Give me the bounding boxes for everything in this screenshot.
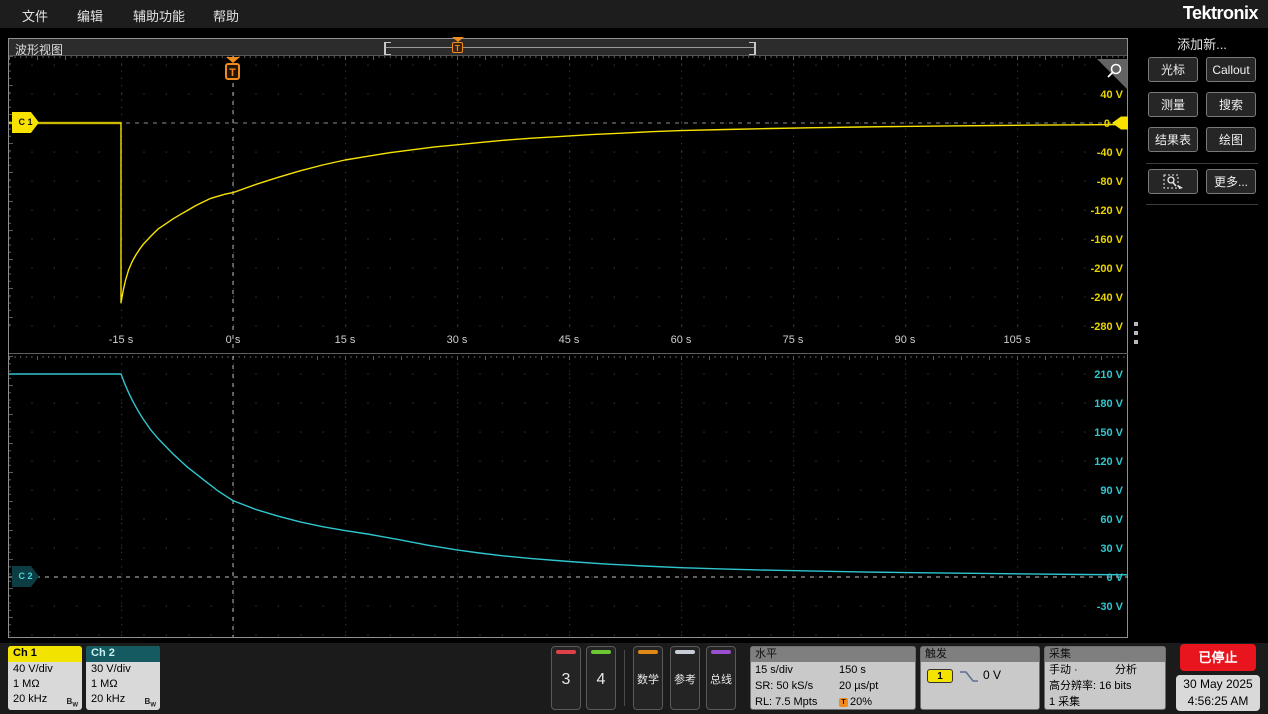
svg-text:-240 V: -240 V: [1091, 292, 1124, 304]
waveform-panel-ch2[interactable]: 210 V 180 V 150 V 120 V 90 V 60 V 30 V 0 V -30 V: [9, 356, 1128, 637]
horizontal-overview-minimap[interactable]: T: [384, 42, 756, 54]
ch1-badge-header: Ch 1: [8, 646, 82, 662]
ch1-bw-limit-icon: BW: [67, 694, 78, 710]
ch1-bandwidth: 20 kHz BW: [8, 692, 82, 707]
svg-text:-120 V: -120 V: [1091, 205, 1124, 217]
more-button[interactable]: 更多...: [1206, 169, 1256, 194]
button-divider: [624, 650, 625, 706]
svg-text:0 V: 0 V: [1106, 572, 1123, 584]
sidebar-divider: [1146, 163, 1258, 164]
svg-text:210 V: 210 V: [1094, 369, 1123, 381]
minimap-right-bracket[interactable]: [749, 42, 756, 55]
ch4-button[interactable]: 4: [586, 646, 616, 710]
ch2-badge[interactable]: Ch 2 30 V/div 1 MΩ 20 kHz BW: [86, 646, 160, 710]
datetime-display: 30 May 2025 4:56:25 AM: [1176, 675, 1260, 711]
svg-text:-30 V: -30 V: [1097, 601, 1124, 613]
svg-text:45 s: 45 s: [559, 334, 580, 346]
callout-button[interactable]: Callout: [1206, 57, 1256, 82]
svg-text:75 s: 75 s: [783, 334, 804, 346]
zoom-select-icon: [1163, 174, 1183, 190]
ch2-badge-header: Ch 2: [86, 646, 160, 662]
ch1-badge[interactable]: Ch 1 40 V/div 1 MΩ 20 kHz BW: [8, 646, 82, 710]
panel-separator[interactable]: [9, 353, 1128, 354]
splitter-drag-handle[interactable]: [1133, 322, 1139, 352]
trigger-position-icon: T: [839, 698, 848, 707]
menu-edit[interactable]: 编辑: [77, 6, 103, 25]
results-table-button[interactable]: 结果表: [1148, 127, 1198, 152]
svg-text:30 s: 30 s: [447, 334, 468, 346]
svg-text:30 V: 30 V: [1100, 543, 1123, 555]
menu-utility[interactable]: 辅助功能: [133, 6, 185, 25]
trigger-position-marker[interactable]: T: [225, 63, 240, 80]
search-button[interactable]: 搜索: [1206, 92, 1256, 117]
minimap-trigger-marker[interactable]: T: [452, 42, 463, 53]
menu-bar: 文件 编辑 辅助功能 帮助: [0, 0, 1268, 28]
plot-button[interactable]: 绘图: [1206, 127, 1256, 152]
acquisition-panel[interactable]: 采集 手动 ·分析 高分辨率: 16 bits 1 采集: [1044, 646, 1166, 710]
trigger-panel-title: 触发: [921, 647, 1039, 662]
waveform-view-titlebar[interactable]: 波形视图 T: [9, 39, 1127, 56]
svg-text:120 V: 120 V: [1094, 456, 1123, 468]
measure-button[interactable]: 测量: [1148, 92, 1198, 117]
svg-text:-280 V: -280 V: [1091, 321, 1124, 333]
svg-text:180 V: 180 V: [1094, 398, 1123, 410]
add-new-title: 添加新...: [1142, 34, 1262, 53]
svg-text:0 s: 0 s: [226, 334, 241, 346]
svg-text:150 V: 150 V: [1094, 427, 1123, 439]
svg-text:90 V: 90 V: [1100, 485, 1123, 497]
ch1-impedance: 1 MΩ: [8, 677, 82, 692]
bus-button[interactable]: 总线: [706, 646, 736, 710]
minimap-left-bracket[interactable]: [384, 42, 391, 55]
trigger-level: 0 V: [983, 668, 1001, 682]
horizontal-panel-title: 水平: [751, 647, 915, 662]
ch2-impedance: 1 MΩ: [86, 677, 160, 692]
svg-text:0: 0: [1104, 118, 1110, 130]
math-button[interactable]: 数学: [633, 646, 663, 710]
svg-text:-40 V: -40 V: [1097, 147, 1124, 159]
ch2-scale: 30 V/div: [86, 662, 160, 677]
trigger-panel[interactable]: 触发 1 0 V: [920, 646, 1040, 710]
minimap-record-line: [384, 47, 756, 48]
ch2-bw-limit-icon: BW: [145, 694, 156, 710]
waveform-panel-ch1[interactable]: 40 V -40 V -80 V -120 V -160 V -200 V -240 V -2…: [9, 56, 1128, 352]
svg-text:-80 V: -80 V: [1097, 176, 1124, 188]
ch2-bandwidth: 20 kHz BW: [86, 692, 160, 707]
svg-text:105 s: 105 s: [1004, 334, 1031, 346]
svg-text:60 V: 60 V: [1100, 514, 1123, 526]
svg-text:40 V: 40 V: [1100, 89, 1123, 101]
svg-text:-160 V: -160 V: [1091, 234, 1124, 246]
menu-file[interactable]: 文件: [22, 6, 48, 25]
menu-help[interactable]: 帮助: [213, 6, 239, 25]
horizontal-panel[interactable]: 水平 15 s/div150 s SR: 50 kS/s20 µs/pt RL:…: [750, 646, 916, 710]
tektronix-logo: Tektronix: [1183, 3, 1258, 24]
run-stop-status-button[interactable]: 已停止: [1180, 644, 1256, 671]
svg-text:90 s: 90 s: [895, 334, 916, 346]
ch1-scale: 40 V/div: [8, 662, 82, 677]
svg-text:-200 V: -200 V: [1091, 263, 1124, 275]
zoom-select-button[interactable]: [1148, 169, 1198, 194]
zoom-corner-button[interactable]: [1097, 59, 1128, 90]
sidebar-divider: [1146, 204, 1258, 205]
cursors-button[interactable]: 光标: [1148, 57, 1198, 82]
svg-text:15 s: 15 s: [335, 334, 356, 346]
falling-edge-icon: [959, 670, 979, 684]
ref-button[interactable]: 参考: [670, 646, 700, 710]
time: 4:56:25 AM: [1176, 693, 1260, 710]
svg-text:60 s: 60 s: [671, 334, 692, 346]
svg-text:-15 s: -15 s: [109, 334, 134, 346]
ch3-button[interactable]: 3: [551, 646, 581, 710]
acquisition-panel-title: 采集: [1045, 647, 1165, 662]
trigger-source-badge: 1: [927, 669, 953, 683]
oscilloscope-app: 文件 编辑 辅助功能 帮助 Tektronix 波形视图 T 40 V-40 V…: [0, 0, 1268, 714]
date: 30 May 2025: [1176, 676, 1260, 693]
